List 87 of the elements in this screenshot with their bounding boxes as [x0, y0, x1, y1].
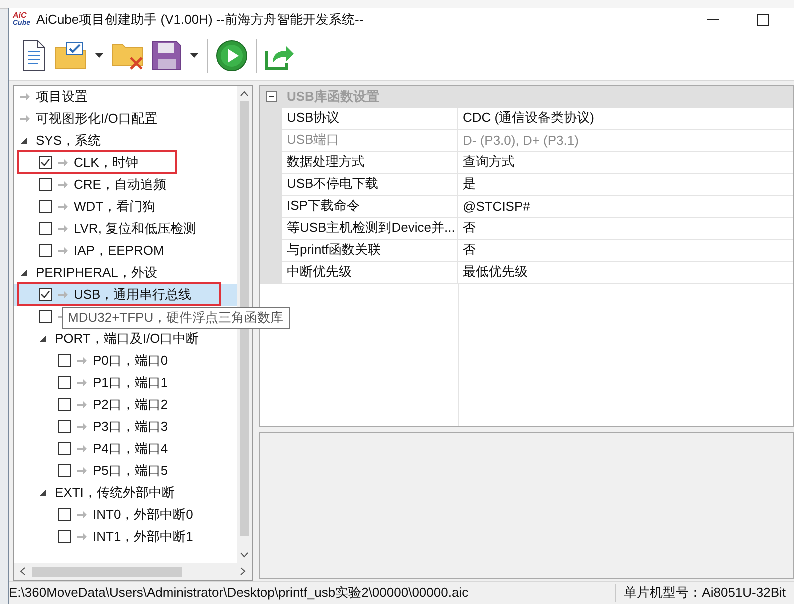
expand-icon[interactable]: [20, 136, 28, 145]
checkbox[interactable]: [39, 156, 52, 170]
arrow-icon: [58, 180, 68, 189]
tree-item[interactable]: P3口，端口3: [93, 418, 168, 436]
checkbox[interactable]: [39, 178, 52, 192]
arrow-icon: [77, 422, 87, 431]
property-name: ISP下载命令: [282, 196, 458, 218]
tree-item[interactable]: P5口，端口5: [93, 462, 168, 480]
property-value[interactable]: 否: [458, 240, 793, 262]
tree-item[interactable]: P0口，端口0: [93, 352, 168, 370]
tree-item[interactable]: WDT，看门狗: [74, 198, 156, 216]
scroll-left-icon[interactable]: [20, 567, 26, 576]
category-title: USB库函数设置: [287, 88, 380, 106]
arrow-icon: [20, 92, 30, 101]
checkbox[interactable]: [58, 420, 71, 434]
scroll-down-icon[interactable]: [240, 552, 249, 558]
expand-icon[interactable]: [39, 334, 47, 343]
tree-item[interactable]: 项目设置: [36, 88, 88, 106]
property-name: 数据处理方式: [282, 152, 458, 174]
property-name: USB端口: [282, 130, 458, 152]
tree-item[interactable]: P4口，端口4: [93, 440, 168, 458]
checkbox[interactable]: [39, 222, 52, 236]
property-name: 与printf函数关联: [282, 240, 458, 262]
arrow-icon: [77, 400, 87, 409]
folder-check-icon[interactable]: [55, 42, 87, 70]
save-icon[interactable]: [152, 40, 182, 71]
property-name: USB不停电下载: [282, 174, 458, 196]
property-value[interactable]: 查询方式: [458, 152, 793, 174]
tree-item[interactable]: INT1，外部中断1: [93, 528, 194, 546]
arrow-icon: [77, 444, 87, 453]
checkbox[interactable]: [39, 310, 52, 324]
caret-icon[interactable]: [95, 52, 104, 59]
tree-item[interactable]: INT0，外部中断0: [93, 506, 194, 524]
checkbox[interactable]: [58, 508, 71, 522]
tree-item[interactable]: P1口，端口1: [93, 374, 168, 392]
window-title: AiCube项目创建助手 (V1.00H) --前海方舟智能开发系统--: [36, 10, 365, 29]
caret-icon[interactable]: [190, 52, 199, 59]
file-path: E:\360MoveData\Users\Administrator\Desktop\printf_usb实验2\00000\00000.aic: [9, 584, 470, 602]
property-name: USB协议: [282, 108, 458, 130]
property-value[interactable]: 否: [458, 218, 793, 240]
arrow-icon: [58, 158, 68, 167]
checkbox[interactable]: [39, 288, 52, 302]
arrow-icon: [58, 246, 68, 255]
tree-item[interactable]: CLK，时钟: [74, 154, 138, 172]
arrow-icon: [58, 290, 68, 299]
tree-item[interactable]: 可视图形化I/O口配置: [36, 110, 158, 128]
scroll-up-icon[interactable]: [240, 90, 249, 97]
tree-group[interactable]: EXTI，传统外部中断: [55, 484, 175, 502]
expand-icon[interactable]: [39, 488, 47, 497]
run-icon[interactable]: [216, 40, 248, 72]
tree-group[interactable]: SYS，系统: [36, 132, 102, 150]
checkbox[interactable]: [58, 442, 71, 456]
arrow-icon: [77, 466, 87, 475]
arrow-icon: [77, 510, 87, 519]
scroll-right-icon[interactable]: [240, 567, 246, 576]
checkbox[interactable]: [58, 530, 71, 544]
tree-item[interactable]: CRE，自动追频: [74, 176, 166, 194]
arrow-icon: [77, 532, 87, 541]
checkbox[interactable]: [58, 398, 71, 412]
tree-item[interactable]: IAP，EEPROM: [74, 242, 164, 260]
collapse-icon[interactable]: [266, 91, 277, 102]
arrow-icon: [58, 224, 68, 233]
property-name: 中断优先级: [282, 262, 458, 284]
tree-group[interactable]: PORT，端口及I/O口中断: [55, 330, 200, 348]
chip-model: 单片机型号：Ai8051U-32Bit: [615, 584, 794, 602]
tooltip: MDU32+TFPU，硬件浮点三角函数库: [62, 306, 290, 329]
arrow-icon: [20, 114, 30, 123]
checkbox[interactable]: [39, 244, 52, 258]
property-value[interactable]: 最低优先级: [458, 262, 793, 284]
tree-group[interactable]: PERIPHERAL，外设: [36, 264, 158, 282]
horizontal-scrollbar[interactable]: [14, 563, 252, 580]
property-value[interactable]: CDC (通信设备类协议): [458, 108, 793, 130]
tree-item[interactable]: P2口，端口2: [93, 396, 168, 414]
tree-item[interactable]: LVR, 复位和低压检测: [74, 220, 197, 238]
arrow-icon: [58, 202, 68, 211]
property-value[interactable]: @STCISP#: [458, 196, 793, 218]
arrow-icon: [77, 356, 87, 365]
checkbox[interactable]: [39, 200, 52, 214]
checkbox[interactable]: [58, 464, 71, 478]
expand-icon[interactable]: [20, 268, 28, 277]
arrow-icon: [77, 378, 87, 387]
property-name: 等USB主机检测到Device并...: [282, 218, 458, 240]
new-document-icon[interactable]: [21, 40, 47, 72]
maximize-icon[interactable]: [756, 12, 770, 27]
checkbox[interactable]: [58, 376, 71, 390]
property-value[interactable]: 是: [458, 174, 793, 196]
checkbox[interactable]: [58, 354, 71, 368]
